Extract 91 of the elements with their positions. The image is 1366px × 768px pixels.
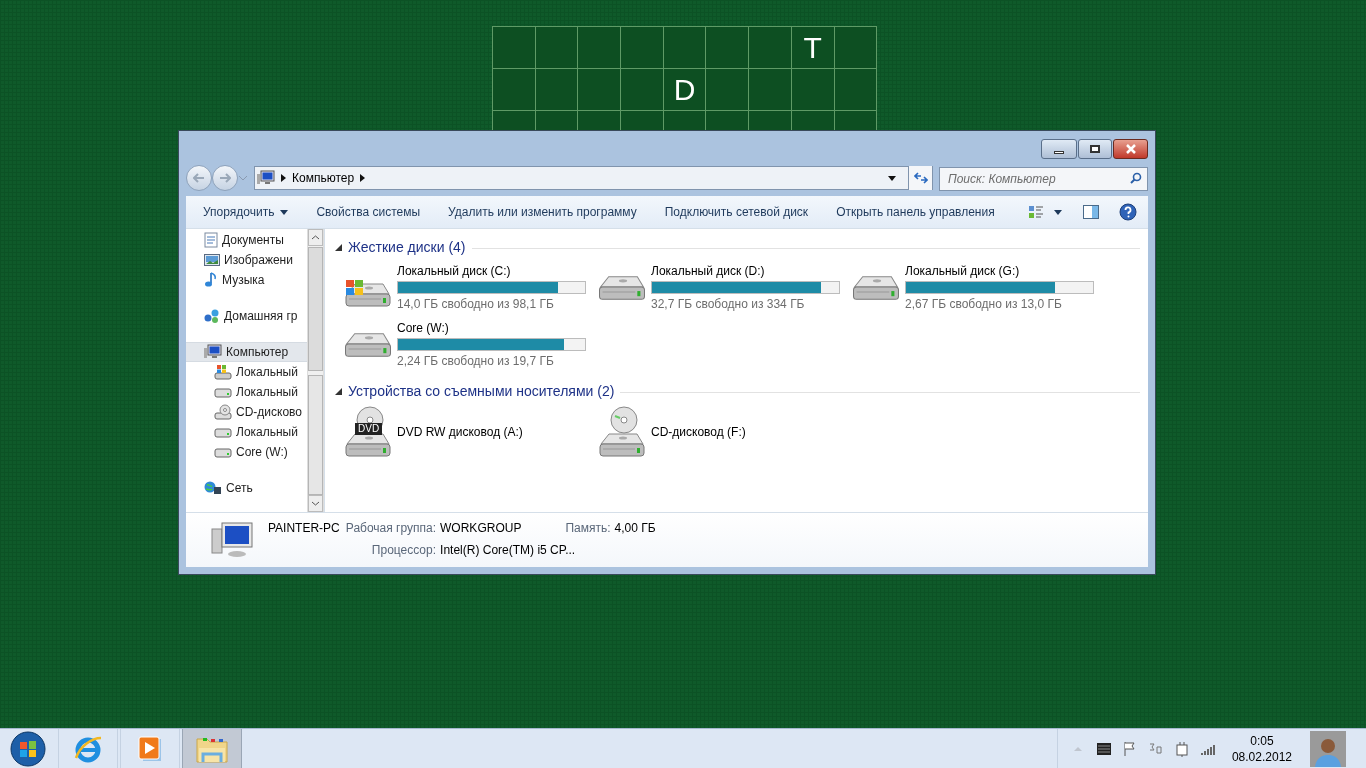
toolbar-button[interactable]: Удалить или изменить программу — [441, 199, 644, 225]
clock[interactable]: 0:05 08.02.2012 — [1225, 732, 1298, 765]
nav-item[interactable]: CD-дисково — [186, 402, 307, 422]
free-space-text: 2,67 ГБ свободно из 13,0 ГБ — [905, 296, 1063, 313]
hard-drive-icon — [853, 275, 899, 300]
flag-icon[interactable] — [1121, 740, 1138, 757]
computer-icon — [204, 344, 222, 360]
view-icon — [1028, 205, 1044, 219]
windows-drive-icon — [214, 364, 232, 380]
breadcrumb-arrow-icon — [281, 174, 286, 182]
hard-drive-icon — [345, 332, 391, 357]
nav-item[interactable]: Изображени — [186, 250, 307, 270]
close-icon — [1124, 144, 1137, 154]
drive-icon — [214, 386, 232, 398]
start-orb-icon — [10, 730, 46, 767]
drive-name: Локальный диск (C:) — [397, 263, 512, 280]
address-bar[interactable]: Компьютер — [254, 166, 933, 190]
nav-item[interactable]: Core (W:) — [186, 442, 307, 462]
drive-tile[interactable]: Локальный диск (C:) 14,0 ГБ свободно из 98,1 ГБ — [343, 259, 597, 316]
music-note-icon — [204, 272, 218, 288]
field-value: 4,00 ГБ — [614, 520, 656, 537]
breadcrumb-arrow-icon — [360, 174, 366, 182]
nav-item[interactable]: Локальный — [186, 422, 307, 442]
nav-item[interactable]: Компьютер — [186, 342, 307, 362]
hard-drive-icon — [599, 275, 645, 300]
address-dropdown-icon[interactable] — [888, 175, 896, 181]
picture-icon — [204, 253, 220, 267]
field-value: Intel(R) Core(TM) i5 CP... — [440, 542, 577, 559]
close-button[interactable] — [1113, 139, 1148, 159]
search-icon — [1130, 172, 1142, 184]
computer-name: PAINTER-PC — [268, 520, 340, 537]
field-value: WORKGROUP — [440, 520, 522, 537]
drive-name: DVD RW дисковод (A:) — [397, 424, 523, 441]
network-icon — [204, 480, 222, 496]
nav-item[interactable]: Локальный — [186, 382, 307, 402]
nav-item[interactable]: Музыка — [186, 270, 307, 290]
computer-icon — [257, 170, 275, 186]
drive-icon — [214, 446, 232, 458]
drive-icon — [214, 426, 232, 438]
toolbar-button[interactable]: Упорядочить — [196, 199, 296, 225]
collapse-arrow-icon[interactable] — [335, 243, 342, 251]
preview-pane-icon — [1083, 205, 1099, 219]
forward-arrow-icon — [219, 173, 231, 183]
drive-name: CD-дисковод (F:) — [651, 424, 746, 441]
taskbar-app[interactable] — [120, 729, 180, 768]
drive-name: Локальный диск (G:) — [905, 263, 1021, 280]
drive-name: Core (W:) — [397, 320, 450, 337]
toolbar-button[interactable]: Подключить сетевой диск — [657, 199, 816, 225]
free-space-text: 2,24 ГБ свободно из 19,7 ГБ — [397, 353, 555, 370]
nav-item[interactable]: Сеть — [186, 478, 307, 498]
field-label: Рабочая группа: — [345, 520, 437, 537]
toolbar-button[interactable]: Открыть панель управления — [829, 199, 1002, 225]
user-avatar[interactable] — [1310, 730, 1346, 767]
refresh-icon — [913, 172, 928, 184]
field-label: Процессор: — [370, 542, 437, 559]
caret-icon — [1054, 209, 1062, 215]
nav-item[interactable]: Документы — [186, 230, 307, 250]
document-icon — [204, 232, 218, 248]
drive-tile[interactable]: CD-дисковод (F:) — [597, 403, 851, 461]
group-header[interactable]: Жесткие диски (4) — [348, 236, 466, 258]
drive-tile[interactable]: Локальный диск (D:) 32,7 ГБ свободно из 334 ГБ — [597, 259, 851, 316]
group-header[interactable]: Устройства со съемными носителями (2) — [348, 380, 615, 402]
nav-item[interactable]: Локальный — [186, 362, 307, 382]
collapse-arrow-icon[interactable] — [335, 387, 342, 395]
help-button[interactable] — [1118, 202, 1138, 222]
search-field[interactable]: Поиск: Компьютер — [939, 167, 1148, 191]
scroll-down-icon — [308, 495, 323, 512]
drive-tile[interactable]: Локальный диск (G:) 2,67 ГБ свободно из 13,0 ГБ — [851, 259, 1105, 316]
dvd-label: DVD — [355, 423, 383, 435]
minimize-button[interactable] — [1041, 139, 1077, 159]
cd-drive-icon — [597, 406, 647, 458]
field-label: Память: — [565, 520, 611, 537]
back-arrow-icon — [193, 173, 205, 183]
maximize-button[interactable] — [1078, 139, 1112, 159]
board-letter: T — [803, 32, 822, 63]
drive-tile[interactable]: DVD DVD RW дисковод (A:) — [343, 403, 597, 461]
free-space-text: 32,7 ГБ свободно из 334 ГБ — [651, 296, 806, 313]
refresh-button[interactable] — [908, 166, 932, 190]
cd-drive-icon — [214, 404, 232, 420]
breadcrumb[interactable]: Компьютер — [292, 169, 355, 187]
free-space-text: 14,0 ГБ свободно из 98,1 ГБ — [397, 296, 555, 313]
drive-tile[interactable]: Core (W:) 2,24 ГБ свободно из 19,7 ГБ — [343, 316, 597, 373]
scroll-up-icon — [308, 229, 323, 246]
nav-item[interactable]: Домашняя гр — [186, 306, 307, 326]
drive-name: Локальный диск (D:) — [651, 263, 766, 280]
computer-icon — [210, 519, 256, 559]
toolbar-button[interactable]: Свойства системы — [309, 199, 428, 225]
board-letter: D — [673, 74, 696, 105]
scrollbar[interactable] — [307, 229, 324, 512]
help-icon — [1119, 203, 1137, 221]
homegroup-icon — [204, 308, 220, 324]
